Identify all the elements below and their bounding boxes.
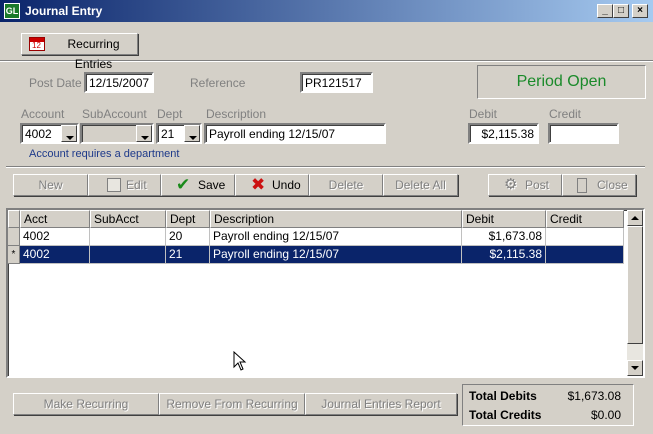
scroll-up-arrow-icon[interactable] bbox=[627, 210, 643, 226]
checkmark-icon: ✔ bbox=[176, 175, 191, 194]
cell-debit[interactable]: $2,115.38 bbox=[462, 246, 546, 264]
table-row[interactable]: 4002 20 Payroll ending 12/15/07 $1,673.0… bbox=[8, 228, 624, 246]
period-status: Period Open bbox=[477, 65, 646, 99]
debit-label: Debit bbox=[469, 107, 498, 121]
column-header-dept[interactable]: Dept bbox=[166, 210, 210, 228]
remove-from-recurring-button[interactable]: Remove From Recurring bbox=[159, 393, 305, 415]
minimize-button[interactable]: _ bbox=[597, 4, 613, 18]
dept-dropdown-arrow-icon[interactable] bbox=[184, 125, 200, 142]
row-indicator[interactable]: * bbox=[8, 246, 20, 264]
cell-description[interactable]: Payroll ending 12/15/07 bbox=[210, 228, 462, 246]
delete-button[interactable]: Delete bbox=[309, 174, 383, 196]
reference-label: Reference bbox=[190, 76, 246, 90]
column-header-debit[interactable]: Debit bbox=[462, 210, 546, 228]
new-button[interactable]: New bbox=[13, 174, 88, 196]
journal-entries-report-button[interactable]: Journal Entries Report bbox=[305, 393, 457, 415]
scroll-down-arrow-icon[interactable] bbox=[627, 360, 643, 376]
journal-grid[interactable]: Acct SubAcct Dept Description Debit Cred… bbox=[6, 208, 645, 378]
account-dropdown-arrow-icon[interactable] bbox=[61, 125, 77, 142]
cell-subacct[interactable] bbox=[90, 246, 166, 264]
save-label: Save bbox=[198, 178, 226, 192]
close-window-button[interactable]: × bbox=[632, 4, 648, 18]
description-label: Description bbox=[206, 107, 267, 121]
red-x-icon: ✖ bbox=[251, 175, 266, 194]
period-status-text: Period Open bbox=[516, 73, 607, 90]
column-header-credit[interactable]: Credit bbox=[546, 210, 624, 228]
save-button[interactable]: ✔ Save bbox=[161, 174, 235, 196]
edit-button[interactable]: Edit bbox=[88, 174, 161, 196]
row-indicator[interactable] bbox=[8, 228, 20, 246]
table-row[interactable]: * 4002 21 Payroll ending 12/15/07 $2,115… bbox=[8, 246, 624, 264]
recurring-entries-label: Recurring Entries bbox=[67, 37, 120, 71]
cell-credit[interactable] bbox=[546, 228, 624, 246]
make-recurring-button[interactable]: Make Recurring bbox=[13, 393, 159, 415]
maximize-button[interactable]: □ bbox=[613, 4, 629, 18]
cell-description[interactable]: Payroll ending 12/15/07 bbox=[210, 246, 462, 264]
total-debits-value: $1,673.08 bbox=[567, 389, 621, 403]
grid-corner bbox=[8, 210, 20, 228]
post-label: Post bbox=[525, 178, 550, 192]
vertical-scrollbar[interactable] bbox=[627, 210, 643, 376]
total-debits-label: Total Debits bbox=[469, 389, 537, 403]
scroll-thumb[interactable] bbox=[627, 226, 643, 344]
action-separator bbox=[6, 166, 645, 168]
reference-field[interactable]: PR121517 bbox=[300, 72, 373, 93]
subaccount-label: SubAccount bbox=[82, 107, 147, 121]
dept-value: 21 bbox=[161, 127, 175, 141]
column-header-description[interactable]: Description bbox=[210, 210, 462, 228]
recurring-entries-button[interactable]: 12 Recurring Entries bbox=[21, 33, 138, 71]
cell-dept[interactable]: 20 bbox=[166, 228, 210, 246]
cell-credit[interactable] bbox=[546, 246, 624, 264]
account-label: Account bbox=[21, 107, 65, 121]
column-header-acct[interactable]: Acct bbox=[20, 210, 90, 228]
total-credits-label: Total Credits bbox=[469, 408, 542, 422]
cell-debit[interactable]: $1,673.08 bbox=[462, 228, 546, 246]
credit-label: Credit bbox=[549, 107, 582, 121]
totals-panel: Total Debits $1,673.08 Total Credits $0.… bbox=[462, 384, 634, 426]
calendar-icon: 12 bbox=[29, 37, 45, 51]
gear-icon: ⚙ bbox=[504, 176, 518, 193]
subaccount-select[interactable] bbox=[80, 123, 154, 144]
door-icon bbox=[577, 178, 587, 193]
cell-acct[interactable]: 4002 bbox=[20, 228, 90, 246]
department-warning: Account requires a department bbox=[29, 148, 180, 160]
post-date-label: Post Date bbox=[29, 76, 82, 90]
post-date-field[interactable]: 12/15/2007 bbox=[84, 72, 154, 93]
undo-button[interactable]: ✖ Undo bbox=[235, 174, 309, 196]
account-value: 4002 bbox=[25, 127, 52, 141]
dept-select[interactable]: 21 bbox=[156, 123, 202, 144]
close-label: Close bbox=[597, 178, 628, 192]
cell-subacct[interactable] bbox=[90, 228, 166, 246]
total-credits-value: $0.00 bbox=[590, 408, 621, 422]
column-header-subacct[interactable]: SubAcct bbox=[90, 210, 166, 228]
cell-dept[interactable]: 21 bbox=[166, 246, 210, 264]
mouse-cursor-icon bbox=[233, 351, 247, 371]
app-icon: GL bbox=[4, 3, 20, 19]
title-bar: GL Journal Entry _ □ × bbox=[0, 0, 653, 22]
cell-acct[interactable]: 4002 bbox=[20, 246, 90, 264]
delete-all-button[interactable]: Delete All bbox=[383, 174, 458, 196]
undo-label: Undo bbox=[272, 178, 301, 192]
account-select[interactable]: 4002 bbox=[20, 123, 79, 144]
credit-field[interactable] bbox=[548, 123, 619, 144]
close-button[interactable]: Close bbox=[562, 174, 636, 196]
edit-icon bbox=[107, 178, 121, 192]
debit-field[interactable]: $2,115.38 bbox=[468, 123, 539, 144]
subaccount-dropdown-arrow-icon[interactable] bbox=[136, 125, 152, 142]
post-button[interactable]: ⚙ Post bbox=[488, 174, 562, 196]
window-title: Journal Entry bbox=[25, 4, 103, 18]
description-field[interactable]: Payroll ending 12/15/07 bbox=[204, 123, 386, 144]
dept-label: Dept bbox=[157, 107, 183, 121]
edit-label: Edit bbox=[126, 178, 147, 192]
